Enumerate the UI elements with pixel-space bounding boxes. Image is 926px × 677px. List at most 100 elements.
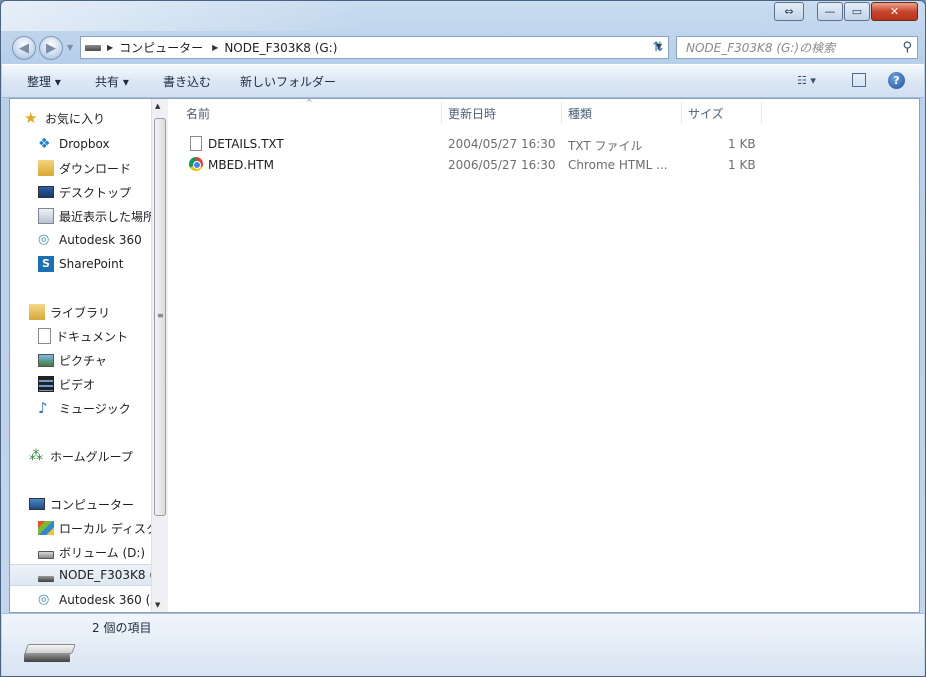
view-options-icon[interactable]: ☷ ▾ [797,74,816,87]
drive-icon [85,44,101,51]
download-folder-icon [38,160,54,176]
nav-item-videos[interactable]: ビデオ [38,373,158,395]
nav-label: ホームグループ [50,449,133,464]
removable-drive-icon [38,575,54,582]
new-folder-button[interactable]: 新しいフォルダー [240,73,336,90]
homegroup-icon: ⁂ [29,448,43,464]
search-icon[interactable]: ⚲ [902,40,912,55]
swap-window-button[interactable]: ⇔ [774,2,804,21]
command-toolbar: 整理 ▾ 共有 ▾ 書き込む 新しいフォルダー ☷ ▾ ? [2,64,924,98]
organize-button[interactable]: 整理 ▾ [27,73,61,90]
nav-item-sharepoint[interactable]: S SharePoint [38,253,158,275]
forward-button[interactable]: ▶ [39,36,63,60]
nav-label: SharePoint [59,257,124,271]
column-label: 名前 [186,106,211,121]
column-label: 種類 [568,106,593,121]
breadcrumb-drive[interactable]: NODE_F303K8 (G:) [224,41,337,55]
navigation-row: ◀ ▶ ▼ ▶ コンピューター ▶ NODE_F303K8 (G:) ▼ ⇅ N… [1,33,925,63]
file-name: MBED.HTM [208,158,274,172]
scroll-down-icon[interactable]: ▼ [155,601,160,609]
title-bar: ⇔ — ▭ ✕ [1,1,925,31]
nav-label: ローカル ディスク (C:) [59,521,158,536]
column-header-name[interactable]: 名前 [180,102,442,124]
nav-item-downloads[interactable]: ダウンロード [38,157,158,179]
address-bar[interactable]: ▶ コンピューター ▶ NODE_F303K8 (G:) ▼ [80,36,669,59]
library-icon [29,304,45,320]
file-date: 2004/05/27 16:30 [448,137,556,151]
explorer-window: ⇔ — ▭ ✕ ◀ ▶ ▼ ▶ コンピューター ▶ NODE_F303K8 (G… [0,0,926,677]
dropbox-icon: ❖ [38,136,51,152]
back-button[interactable]: ◀ [12,36,36,60]
nav-label: ボリューム (D:) [59,545,146,560]
nav-item-documents[interactable]: ドキュメント [38,325,158,347]
nav-label: デスクトップ [59,185,132,200]
chrome-icon-center [193,161,201,169]
nav-label: Dropbox [59,137,110,151]
back-arrow-icon: ◀ [19,40,29,56]
video-icon [38,376,54,392]
breadcrumb-separator-icon[interactable]: ▶ [212,43,218,52]
nav-item-autodesk360-z[interactable]: ◎ Autodesk 360 (Z:) [38,589,158,611]
minimize-button[interactable]: — [817,2,843,21]
windows-drive-icon [38,521,54,535]
column-header-size[interactable]: サイズ [682,102,762,124]
star-icon: ★ [24,109,38,127]
breadcrumb-separator-icon[interactable]: ▶ [107,43,113,52]
picture-icon [38,353,54,367]
item-count: 2 個の項目 [92,621,152,635]
file-row[interactable]: MBED.HTM 2006/05/27 16:30 Chrome HTML ..… [189,155,770,175]
column-header-type[interactable]: 種類 [562,102,682,124]
nav-item-recent-places[interactable]: 最近表示した場所 [38,205,158,227]
nav-label: ピクチャ [59,353,107,368]
search-box[interactable]: NODE_F303K8 (G:)の検索 ⚲ [676,36,918,59]
nav-libraries[interactable]: ライブラリ [29,301,158,323]
preview-pane-icon[interactable] [852,73,866,87]
nav-label: ビデオ [59,377,96,392]
file-name: DETAILS.TXT [208,137,284,151]
nav-computer[interactable]: コンピューター [29,493,158,515]
column-label: 更新日時 [448,106,497,121]
file-list: ^ 名前 更新日時 種類 サイズ DETAILS.TXT 2004/05/27 … [170,98,919,612]
column-label: サイズ [688,106,724,121]
nav-label: NODE_F303K8 (G:) [59,568,158,582]
scroll-thumb[interactable]: ≡ [154,118,166,516]
nav-item-autodesk360[interactable]: ◎ Autodesk 360 [38,229,158,251]
column-header-date[interactable]: 更新日時 [442,102,562,124]
nav-item-dropbox[interactable]: ❖ Dropbox [38,133,158,155]
help-icon[interactable]: ? [888,72,905,89]
desktop-icon [38,186,54,198]
nav-scrollbar[interactable]: ▲ ≡ ▼ [151,99,168,612]
nav-favorites[interactable]: ★ お気に入り [24,107,158,129]
grip-icon: ≡ [157,311,164,320]
music-note-icon: ♪ [38,399,48,417]
nav-item-volume-d[interactable]: ボリューム (D:) [38,541,158,563]
nav-label: ダウンロード [59,161,132,176]
refresh-icon[interactable]: ⇅ [647,36,669,59]
nav-item-local-disk[interactable]: ローカル ディスク (C:) [38,517,158,539]
nav-item-node-f303k8[interactable]: NODE_F303K8 (G:) [10,564,158,586]
drive-icon [38,551,54,559]
file-date: 2006/05/27 16:30 [448,158,556,172]
title-blur [1,1,361,31]
burn-button[interactable]: 書き込む [163,73,211,90]
maximize-button[interactable]: ▭ [844,2,870,21]
scroll-up-icon[interactable]: ▲ [155,102,160,110]
nav-label: ライブラリ [50,305,111,320]
large-drive-icon [24,644,76,662]
nav-item-music[interactable]: ♪ ミュージック [38,397,158,419]
nav-item-pictures[interactable]: ピクチャ [38,349,158,371]
nav-label: コンピューター [50,497,135,512]
share-button[interactable]: 共有 ▾ [95,73,129,90]
nav-homegroup[interactable]: ⁂ ホームグループ [29,445,158,467]
recent-pages-chevron-icon[interactable]: ▼ [67,43,73,52]
nav-item-desktop[interactable]: デスクトップ [38,181,158,203]
document-icon [38,328,51,344]
search-input[interactable]: NODE_F303K8 (G:)の検索 [686,39,835,56]
close-button[interactable]: ✕ [871,2,918,21]
nav-label: ドキュメント [56,329,129,344]
breadcrumb-computer[interactable]: コンピューター [119,39,203,56]
content-area: ★ お気に入り ❖ Dropbox ダウンロード デスクトップ 最近表示した場所… [9,98,920,613]
text-file-icon [190,136,202,151]
nav-label: 最近表示した場所 [59,209,156,224]
file-row[interactable]: DETAILS.TXT 2004/05/27 16:30 TXT ファイル 1 … [190,134,770,154]
